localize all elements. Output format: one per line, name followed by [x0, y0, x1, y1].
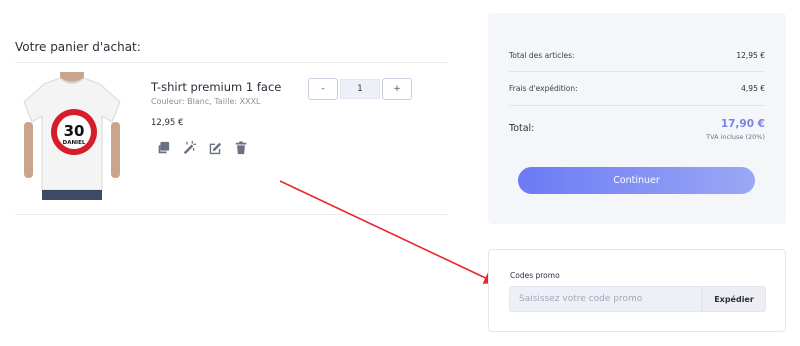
- divider: [509, 105, 765, 106]
- total-label: Total:: [509, 123, 535, 134]
- product-actions: [155, 140, 249, 156]
- increase-quantity-button[interactable]: +: [382, 78, 412, 100]
- duplicate-icon[interactable]: [155, 140, 171, 156]
- tax-note: TVA incluse (20%): [706, 133, 765, 141]
- quantity-stepper: - 1 +: [308, 78, 412, 100]
- magic-wand-icon[interactable]: [181, 140, 197, 156]
- decrease-quantity-button[interactable]: -: [308, 78, 338, 100]
- divider: [15, 62, 447, 63]
- shipping-row: Frais d'expédition: 4,95 €: [509, 84, 765, 93]
- continue-button[interactable]: Continuer: [518, 167, 755, 194]
- shipping-label: Frais d'expédition:: [509, 84, 578, 93]
- product-variant: Couleur: Blanc, Taille: XXXL: [151, 97, 261, 106]
- promo-apply-button[interactable]: Expédier: [702, 286, 766, 312]
- items-total-row: Total des articles: 12,95 €: [509, 51, 765, 60]
- product-price: 12,95 €: [151, 118, 184, 128]
- promo-panel: Codes promo Expédier: [488, 249, 786, 332]
- promo-code-input[interactable]: [509, 286, 702, 312]
- edit-icon[interactable]: [207, 140, 223, 156]
- shipping-value: 4,95 €: [741, 84, 765, 93]
- quantity-value[interactable]: 1: [340, 79, 380, 99]
- divider: [15, 214, 447, 215]
- product-image: 30 DANIEL: [22, 72, 122, 200]
- items-total-label: Total des articles:: [509, 51, 575, 60]
- shirt-sign-number: 30: [64, 122, 85, 140]
- items-total-value: 12,95 €: [736, 51, 765, 60]
- total-value: 17,90 €: [720, 118, 765, 130]
- promo-label: Codes promo: [510, 271, 560, 280]
- cart-title: Votre panier d'achat:: [15, 40, 141, 54]
- product-name: T-shirt premium 1 face: [151, 80, 282, 94]
- divider: [509, 71, 765, 72]
- shirt-sign-name: DANIEL: [63, 140, 86, 146]
- trash-icon[interactable]: [233, 140, 249, 156]
- order-summary: Total des articles: 12,95 € Frais d'expé…: [488, 13, 786, 224]
